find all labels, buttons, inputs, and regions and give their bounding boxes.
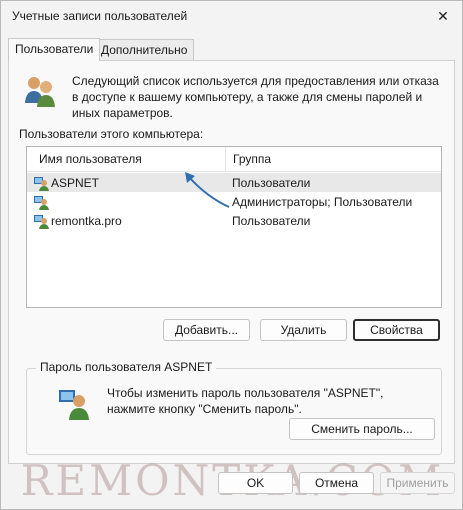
username-cell: remontka.pro <box>51 214 122 228</box>
user-icon <box>34 196 49 210</box>
add-user-button[interactable]: Добавить... <box>163 319 250 341</box>
remove-user-button[interactable]: Удалить <box>260 319 347 341</box>
username-cell: ASPNET <box>51 176 100 190</box>
description-text: Следующий список используется для предос… <box>72 74 439 120</box>
users-tab-panel: Следующий список используется для предос… <box>8 60 455 464</box>
group-cell: Пользователи <box>232 176 311 190</box>
users-list[interactable]: Имя пользователя Группа ASPNET Пользовате… <box>26 146 442 308</box>
column-header-username[interactable]: Имя пользователя <box>39 152 142 166</box>
users-list-label: Пользователи этого компьютера: <box>19 127 204 141</box>
table-row[interactable]: remontka.pro Пользователи <box>27 211 441 230</box>
password-groupbox-title: Пароль пользователя ASPNET <box>36 360 217 374</box>
ok-button[interactable]: OK <box>218 472 293 494</box>
change-password-button[interactable]: Сменить пароль... <box>289 418 435 440</box>
password-description: Чтобы изменить пароль пользователя "ASPN… <box>107 386 384 416</box>
password-groupbox: Пароль пользователя ASPNET Чтобы изменить… <box>26 360 442 455</box>
title-bar[interactable]: Учетные записи пользователей ✕ <box>1 1 462 31</box>
tab-users[interactable]: Пользователи <box>8 38 101 61</box>
group-cell: Пользователи <box>232 214 311 228</box>
close-button[interactable]: ✕ <box>430 5 456 27</box>
column-header-group[interactable]: Группа <box>233 152 271 166</box>
user-password-icon <box>59 390 89 420</box>
close-icon: ✕ <box>437 7 449 24</box>
window-title: Учетные записи пользователей <box>12 9 188 23</box>
user-icon <box>34 177 49 191</box>
users-icon <box>25 77 55 107</box>
apply-button[interactable]: Применить <box>380 472 455 494</box>
user-icon <box>34 215 49 229</box>
tab-advanced[interactable]: Дополнительно <box>94 39 195 60</box>
properties-button[interactable]: Свойства <box>353 319 440 341</box>
annotation-arrow <box>185 172 230 208</box>
user-accounts-window: Учетные записи пользователей ✕ Пользоват… <box>0 0 463 510</box>
group-cell: Администраторы; Пользователи <box>232 195 413 209</box>
cancel-button[interactable]: Отмена <box>299 472 374 494</box>
